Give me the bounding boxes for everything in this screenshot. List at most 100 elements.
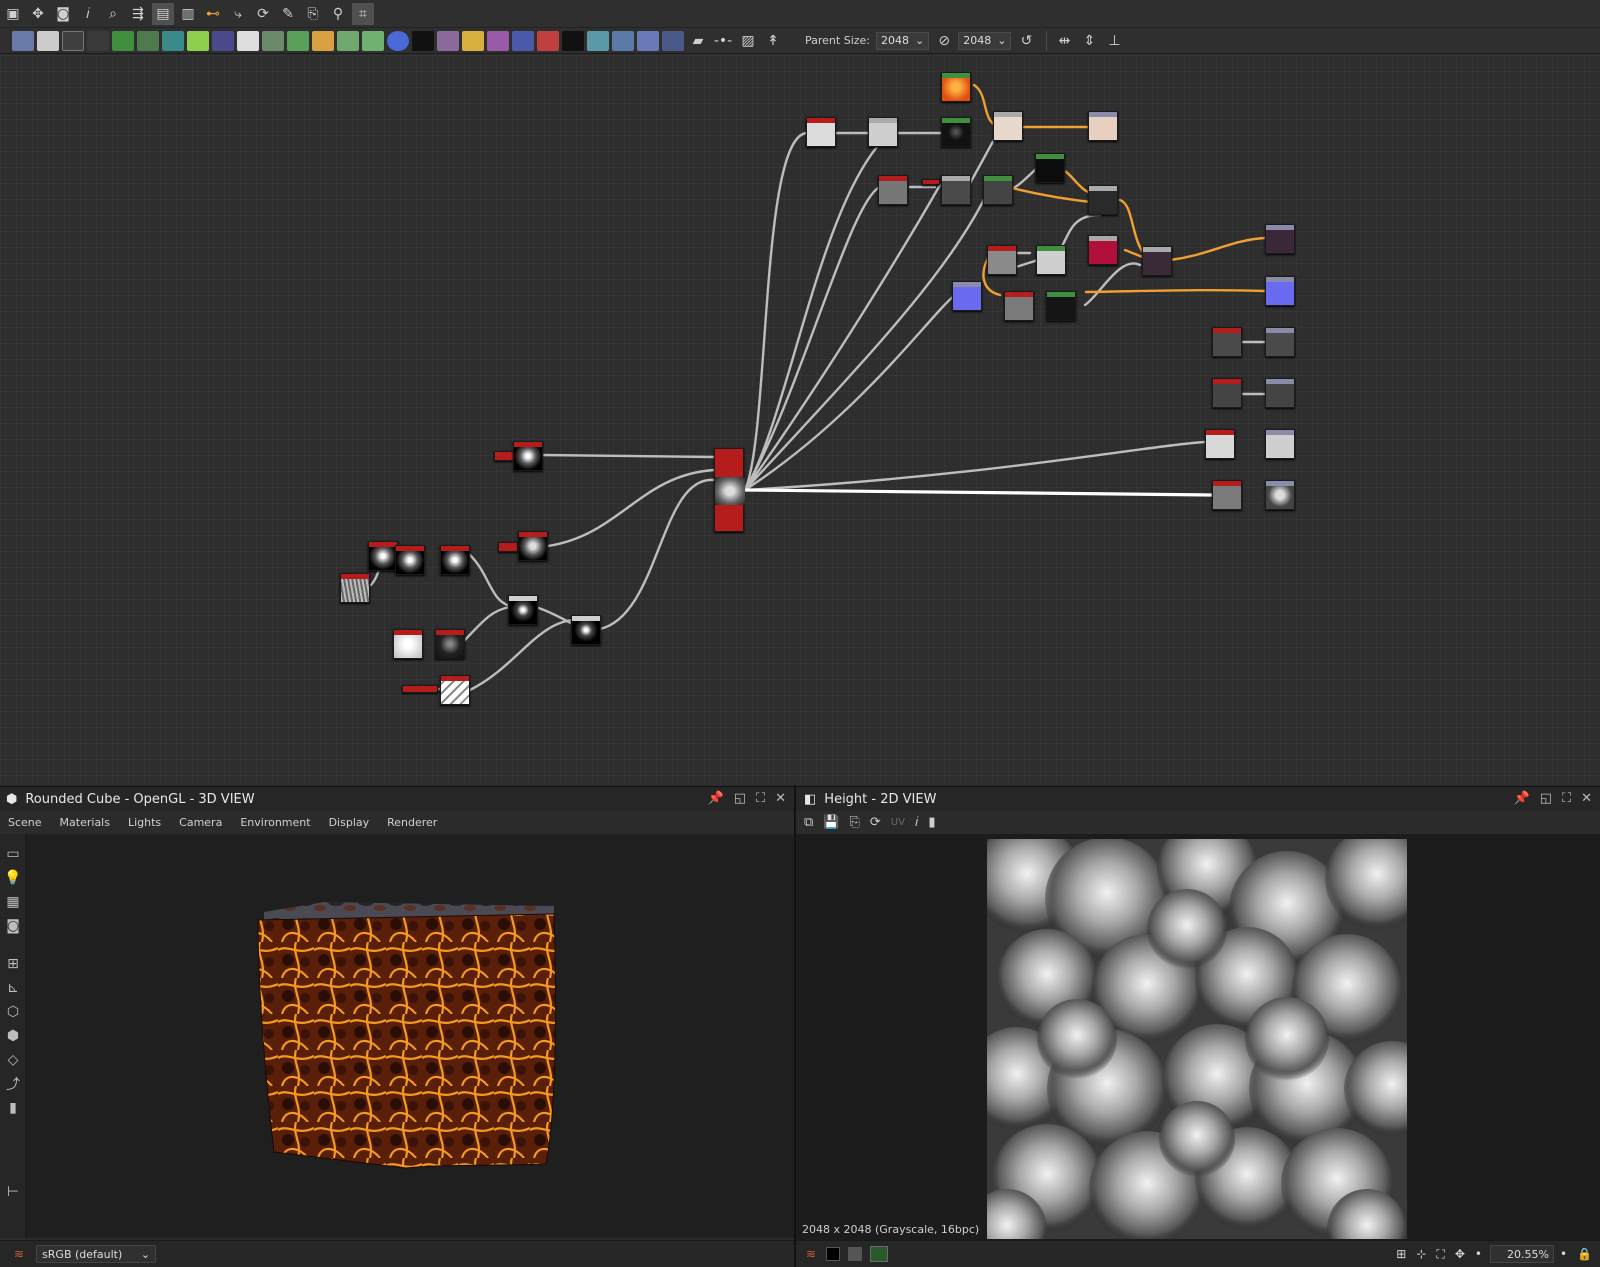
tile-icon[interactable]: ⊹ [1416, 1247, 1426, 1261]
shuffle-node-icon[interactable] [87, 30, 109, 51]
node-input[interactable] [494, 451, 514, 461]
menu-environment[interactable]: Environment [240, 816, 310, 829]
save-icon[interactable]: 💾 [823, 815, 839, 830]
output-height[interactable] [1265, 429, 1295, 459]
noise-node-icon[interactable] [412, 30, 434, 51]
close-icon[interactable]: ✕ [775, 791, 786, 806]
drop-node-icon[interactable] [62, 30, 84, 51]
snapshot-icon[interactable]: ◙ [0, 914, 26, 938]
refresh-icon[interactable]: ⟳ [252, 3, 274, 25]
viewport-3d[interactable] [26, 834, 794, 1238]
node-dark-noise[interactable] [1088, 185, 1118, 215]
stats-icon[interactable]: ▮ [0, 1096, 26, 1120]
channels-icon[interactable] [870, 1246, 889, 1262]
tangent-icon[interactable]: ⤴ [0, 1072, 26, 1096]
align-icon[interactable]: ▥ [177, 3, 199, 25]
node-noise-white[interactable] [393, 629, 423, 659]
hsl-node-icon[interactable] [337, 30, 359, 51]
node-gray-noise[interactable] [987, 245, 1017, 275]
node-black[interactable] [1035, 153, 1065, 183]
colorspace-icon[interactable]: ≋ [806, 1247, 816, 1261]
route-icon[interactable]: ⤷ [227, 3, 249, 25]
bitmap-node-icon[interactable] [37, 30, 59, 51]
node-crimson[interactable] [1088, 235, 1118, 265]
input-gray-1[interactable] [1212, 327, 1242, 357]
colorspace-icon[interactable]: ≋ [14, 1247, 24, 1261]
zoom-out-icon[interactable]: • [1475, 1247, 1482, 1261]
connect-icon[interactable]: ⊷ [202, 3, 224, 25]
export-icon[interactable]: ⎘ [302, 3, 324, 25]
warning-node-icon[interactable] [462, 30, 484, 51]
float-icon[interactable]: ◱ [734, 791, 746, 806]
warp-node-icon[interactable] [437, 30, 459, 51]
menu-renderer[interactable]: Renderer [387, 816, 437, 829]
normal-node-icon[interactable] [587, 30, 609, 51]
output-metallic[interactable] [1265, 327, 1295, 357]
output-roughness[interactable] [1265, 224, 1295, 254]
environment-icon[interactable]: ▦ [0, 890, 26, 914]
plane-icon[interactable]: ◇ [0, 1048, 26, 1072]
output-ao[interactable] [1265, 378, 1295, 408]
fill-node-icon[interactable] [537, 30, 559, 51]
curvature-node-icon[interactable] [637, 30, 659, 51]
copy-icon[interactable]: ⧉ [804, 815, 813, 830]
transform-node-icon[interactable] [162, 30, 184, 51]
layout-icon[interactable]: ▤ [152, 2, 174, 25]
zoom-in-icon[interactable]: • [1560, 1247, 1567, 1261]
menu-display[interactable]: Display [329, 816, 370, 829]
node-input[interactable] [402, 685, 438, 693]
input-white-1[interactable] [1205, 429, 1235, 459]
node-fibers[interactable] [340, 573, 370, 603]
fx-node-icon[interactable] [262, 30, 284, 51]
node-white-speckle[interactable] [1036, 245, 1066, 275]
node-gaussian-3[interactable] [440, 545, 470, 575]
wireframe-icon[interactable]: ⊞ [0, 952, 26, 976]
menu-materials[interactable]: Materials [60, 816, 110, 829]
pan-icon[interactable]: ✥ [27, 3, 49, 25]
node-white-noise-2[interactable] [868, 117, 898, 147]
leaf-node-icon[interactable] [137, 30, 159, 51]
fit-icon[interactable]: ⛶ [1436, 1247, 1444, 1262]
node-blue[interactable] [952, 281, 982, 311]
node-blend-orange[interactable] [993, 111, 1023, 141]
node-output-base[interactable] [1088, 111, 1118, 141]
dot-icon[interactable]: -•- [712, 30, 734, 52]
link-mode-icon[interactable]: ⇶ [127, 3, 149, 25]
atomic-node-icon[interactable] [12, 30, 34, 51]
black-bg-icon[interactable] [826, 1247, 841, 1261]
node-input[interactable] [922, 179, 940, 185]
node-blend-out[interactable] [571, 615, 601, 645]
node-orange[interactable] [941, 72, 971, 102]
node-dark-gray-2[interactable] [983, 175, 1013, 205]
clean-icon[interactable]: ⚲ [327, 3, 349, 25]
pin-icon[interactable]: 📌 [708, 791, 724, 806]
cube-outline-icon[interactable]: ⬢ [0, 1024, 26, 1048]
output-node-icon[interactable] [662, 30, 684, 51]
node-noise-dark[interactable] [435, 629, 465, 659]
pin-icon[interactable]: 📌 [1514, 791, 1530, 806]
info-icon[interactable]: 𝑖 [915, 815, 918, 830]
node-gaussian-2[interactable] [395, 545, 425, 575]
reset-size-icon[interactable]: ↺ [1015, 30, 1037, 52]
levels-node-icon[interactable] [312, 30, 334, 51]
node-gradient-stripes[interactable] [440, 675, 470, 705]
node-blur[interactable] [513, 441, 543, 471]
distribute-icon[interactable]: ⊥ [1103, 30, 1125, 52]
menu-camera[interactable]: Camera [179, 816, 222, 829]
node-blend-mid[interactable] [508, 595, 538, 625]
link-size-icon[interactable]: ⊘ [933, 30, 955, 52]
graph-canvas[interactable] [0, 55, 1600, 785]
refresh-view-icon[interactable]: ⟳ [870, 815, 881, 830]
selection-node-icon[interactable] [512, 30, 534, 51]
node-dark-gray[interactable] [941, 175, 971, 205]
grid-snap-icon[interactable]: ⌗ [352, 2, 374, 25]
node-input[interactable] [498, 542, 518, 552]
mesh-icon[interactable]: ⬡ [0, 1000, 26, 1024]
output-normal[interactable] [1265, 276, 1295, 306]
maximize-icon[interactable]: ⛶ [1562, 791, 1571, 806]
node-white-noise[interactable] [806, 117, 836, 147]
text-node-icon[interactable] [487, 30, 509, 51]
duplicate-icon[interactable]: ⎘ [849, 815, 859, 830]
curve-node-icon[interactable] [112, 30, 134, 51]
menu-scene[interactable]: Scene [8, 816, 42, 829]
